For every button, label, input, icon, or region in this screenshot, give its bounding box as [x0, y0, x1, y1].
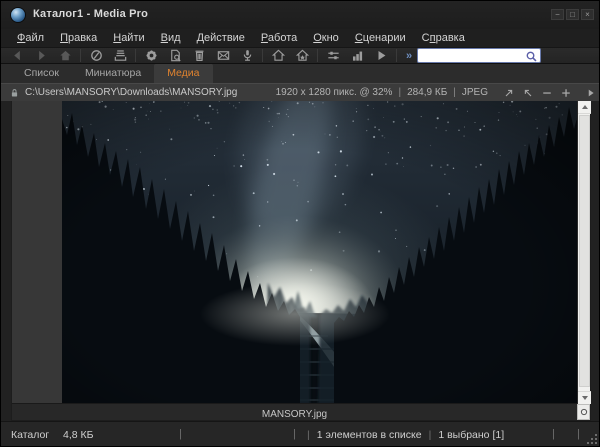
- tab-media[interactable]: Медиа: [154, 64, 212, 83]
- catalog-size: 4,8 КБ: [63, 429, 94, 441]
- vertical-scrollbar[interactable]: [577, 101, 590, 404]
- tab-list[interactable]: Список: [11, 64, 72, 83]
- rotate-view-button[interactable]: [577, 404, 590, 420]
- catalog-favorites-icon[interactable]: [290, 47, 314, 64]
- file-format: JPEG: [462, 87, 488, 98]
- search-box[interactable]: [417, 48, 541, 63]
- app-logo-icon: [11, 8, 25, 22]
- menu-work[interactable]: Работа: [253, 30, 305, 46]
- back-icon[interactable]: [5, 47, 29, 64]
- search-icon: [525, 50, 538, 63]
- window-title: Каталог1 - Media Pro: [33, 8, 148, 20]
- toolbar-separator: [135, 49, 136, 62]
- forward-icon[interactable]: [29, 47, 53, 64]
- toolbar-separator: [317, 49, 318, 62]
- email-icon[interactable]: [211, 47, 235, 64]
- rotate-icon: [579, 407, 589, 417]
- statistics-icon[interactable]: [345, 47, 369, 64]
- view-tab-bar: Список Миниатюра Медиа: [1, 64, 600, 83]
- menu-scripts[interactable]: Сценарии: [347, 30, 414, 46]
- voice-annotation-icon[interactable]: [235, 47, 259, 64]
- toolbar-separator: [262, 49, 263, 62]
- play-icon[interactable]: [369, 47, 393, 64]
- title-bar: Каталог1 - Media Pro − □ ×: [1, 1, 600, 29]
- search-input[interactable]: [420, 49, 524, 62]
- media-pro-window: Каталог1 - Media Pro − □ × Файл Правка Н…: [0, 0, 600, 447]
- file-size: 284,9 КБ: [407, 87, 447, 98]
- scrollbar-thumb[interactable]: [579, 115, 590, 387]
- overflow-chevron-icon[interactable]: »: [406, 50, 412, 62]
- image-dimensions: 1920 x 1280 пикс. @ 32%: [276, 87, 393, 98]
- slideshow-icon[interactable]: [84, 47, 108, 64]
- menu-view[interactable]: Вид: [153, 30, 189, 46]
- scroll-up-icon[interactable]: [578, 101, 591, 114]
- zoom-in-icon[interactable]: [559, 86, 572, 100]
- trash-icon[interactable]: [187, 47, 211, 64]
- lock-icon: [9, 87, 20, 99]
- list-count: 1 элементов в списке: [317, 429, 422, 441]
- file-path: C:\Users\MANSORY\Downloads\MANSORY.jpg: [25, 87, 237, 98]
- minimize-button[interactable]: −: [551, 9, 564, 20]
- caption-bar: MANSORY.jpg: [12, 403, 577, 420]
- menu-action[interactable]: Действие: [189, 30, 253, 46]
- menu-help[interactable]: Справка: [414, 30, 473, 46]
- menu-window[interactable]: Окно: [305, 30, 347, 46]
- selected-count: 1 выбрано [1]: [438, 429, 504, 441]
- menu-find[interactable]: Найти: [105, 30, 152, 46]
- media-preview-photo: [62, 101, 579, 404]
- close-button[interactable]: ×: [581, 9, 594, 20]
- toolbar-separator: [80, 49, 81, 62]
- zoom-out-icon[interactable]: [540, 86, 553, 100]
- menu-bar: Файл Правка Найти Вид Действие Работа Ок…: [1, 29, 600, 47]
- menu-edit[interactable]: Правка: [52, 30, 105, 46]
- main-toolbar: »: [1, 47, 600, 64]
- media-caption: MANSORY.jpg: [262, 409, 327, 420]
- catalog-home-icon[interactable]: [266, 47, 290, 64]
- tab-thumbnail[interactable]: Миниатюра: [72, 64, 154, 83]
- arrow-up-right-icon[interactable]: [502, 86, 515, 100]
- menu-file[interactable]: Файл: [9, 30, 52, 46]
- print-list-icon[interactable]: [108, 47, 132, 64]
- organize-icon[interactable]: [321, 47, 345, 64]
- next-media-icon[interactable]: [584, 86, 597, 100]
- path-bar: C:\Users\MANSORY\Downloads\MANSORY.jpg 1…: [1, 83, 600, 101]
- find-original-icon[interactable]: [163, 47, 187, 64]
- home-icon[interactable]: [53, 47, 77, 64]
- resize-grip[interactable]: [587, 434, 598, 445]
- settings-gear-icon[interactable]: [139, 47, 163, 64]
- catalog-label: Каталог: [11, 429, 49, 441]
- restore-button[interactable]: □: [566, 9, 579, 20]
- vignette: [62, 101, 579, 404]
- arrow-up-left-icon[interactable]: [521, 86, 534, 100]
- toolbar-separator: [396, 49, 397, 62]
- status-bar: Каталог 4,8 КБ | | | 1 элементов в списк…: [1, 421, 600, 447]
- scroll-down-icon[interactable]: [578, 391, 591, 404]
- media-view-panel: MANSORY.jpg: [11, 101, 591, 421]
